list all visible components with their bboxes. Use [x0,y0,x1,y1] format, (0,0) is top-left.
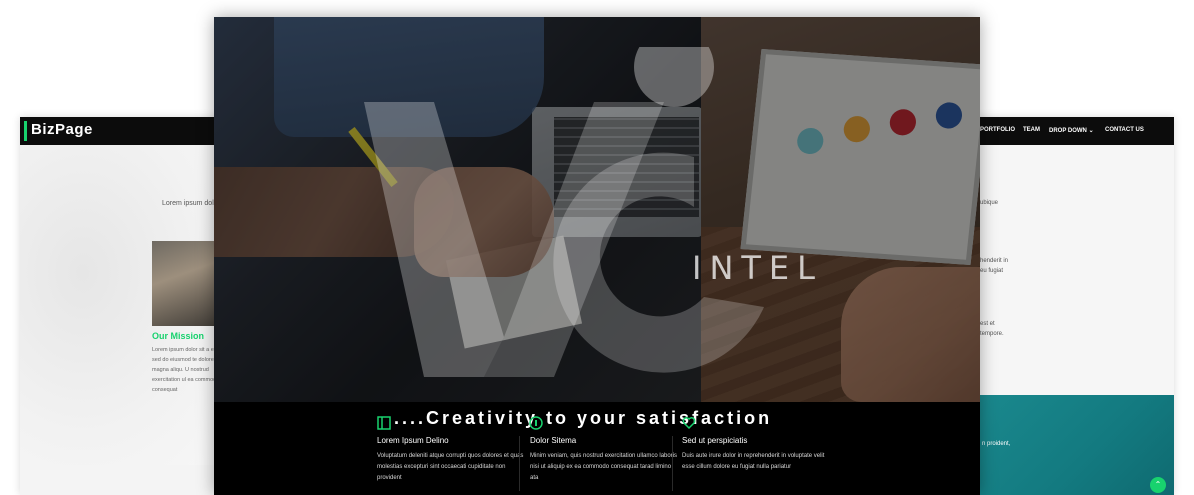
back-to-top-button[interactable]: ⌃ [1150,477,1166,493]
right-preview-card: PORTFOLIO TEAM DROP DOWN ⌄ CONTACT US ub… [960,117,1174,495]
hero-banner: INTEL ....Creativity to your satisfactio… [214,17,980,495]
intro-text: Lorem ipsum dolo [162,200,218,207]
nav-item-dropdown[interactable]: DROP DOWN ⌄ [1049,127,1094,134]
mission-title: Our Mission [152,331,205,341]
body-text-line: ubique [980,200,999,206]
watermark-text: INTEL [692,249,823,287]
feature-text: Duis aute irure dolor in reprehenderit i… [682,453,825,470]
feature-divider [519,436,520,491]
nav-item-contact[interactable]: CONTACT US [1105,127,1144,133]
hero-tagline: ....Creativity to your satisfaction [394,408,773,428]
body-text-line: tempore. [980,331,1004,337]
teal-section-text: n proident, [982,441,1011,447]
nav-item-team[interactable]: TEAM [1023,127,1040,133]
left-preview-card: BizPage Lorem ipsum dolo Our Mission Lor… [20,117,230,495]
logo-watermark [364,47,764,377]
brand-logo-text[interactable]: BizPage [31,121,93,138]
feature-divider [672,436,673,491]
feature-text: Minim veniam, quis nostrud exercitation … [530,453,678,481]
right-navbar: PORTFOLIO TEAM DROP DOWN ⌄ CONTACT US [960,117,1174,145]
feature-item: Dolor Sitema Minim veniam, quis nostrud … [530,436,680,484]
feature-title: Sed ut perspiciatis [682,436,748,445]
feature-item: Sed ut perspiciatis Duis aute irure dolo… [682,436,832,473]
document-icon [377,416,391,430]
hero-footer: ....Creativity to your satisfaction Lore… [214,402,980,495]
nav-item-portfolio[interactable]: PORTFOLIO [980,127,1015,133]
left-navbar: BizPage [20,117,230,145]
bar-chart-icon [529,416,543,430]
feature-title: Dolor Sitema [530,436,577,445]
body-text-line: eu fugiat [980,268,1004,274]
feature-text: Voluptatum deleniti atque corrupti quos … [377,453,524,481]
chevron-up-icon: ⌃ [1154,480,1162,489]
nav-item-dropdown-label: DROP DOWN [1049,128,1087,134]
showcase-stage: BizPage Lorem ipsum dolo Our Mission Lor… [0,0,1194,495]
chevron-down-icon: ⌄ [1088,128,1094,134]
feature-item: Lorem Ipsum Delino Voluptatum deleniti a… [377,436,527,484]
mission-photo [152,241,222,326]
brand-accent-bar [24,121,27,141]
body-text-line: est et [980,321,995,327]
body-text-line: henderit in [980,258,1009,264]
heart-icon [682,416,696,430]
feature-title: Lorem Ipsum Delino [377,436,449,445]
